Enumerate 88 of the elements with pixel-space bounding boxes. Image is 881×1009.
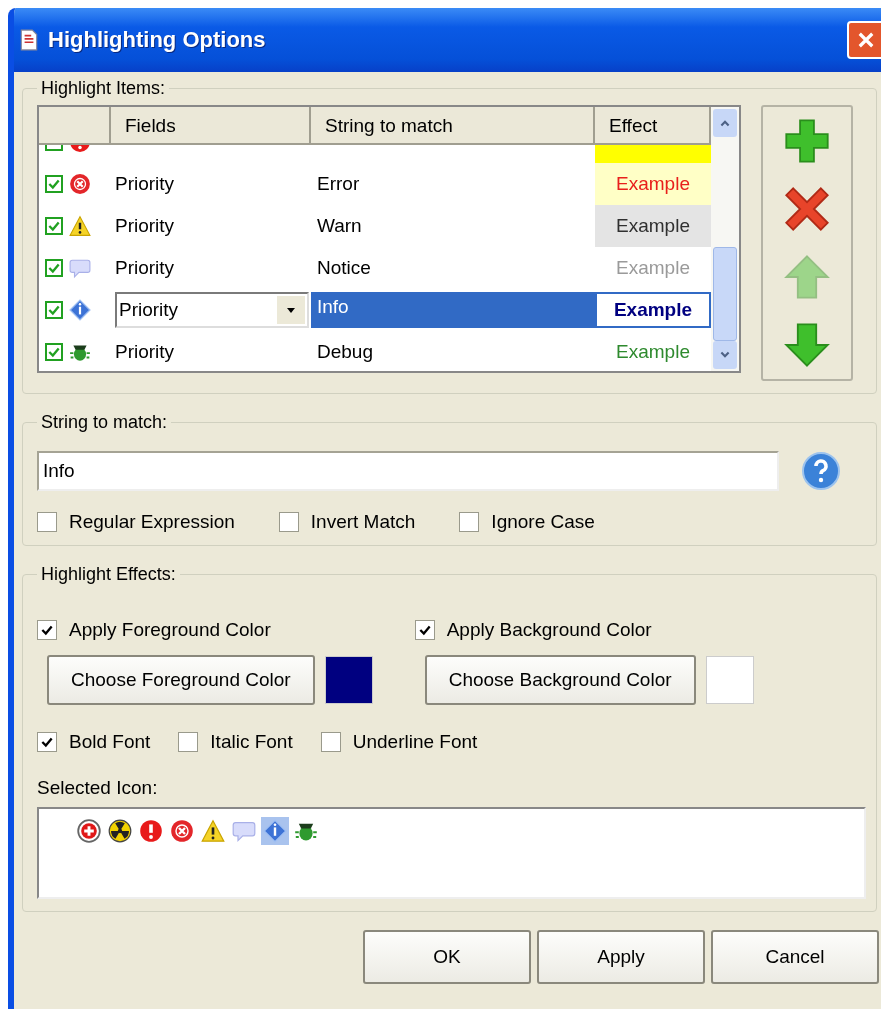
- info-icon: [263, 819, 287, 843]
- column-header[interactable]: Fields: [111, 107, 311, 145]
- checkbox-label: Bold Font: [69, 731, 151, 753]
- add-button[interactable]: [784, 118, 830, 164]
- table-cell: Notice: [317, 257, 371, 279]
- radiation-icon: [108, 819, 132, 843]
- down-arrow-icon: [784, 322, 830, 368]
- plus-icon: [784, 118, 830, 164]
- row-checkbox[interactable]: [45, 343, 63, 361]
- checkbox[interactable]: [37, 732, 57, 752]
- table-cell: Priority: [115, 341, 175, 363]
- icon-option[interactable]: [199, 817, 227, 845]
- checkbox-label: Apply Foreground Color: [69, 619, 271, 641]
- exclamation-icon: [139, 819, 163, 843]
- checkbox[interactable]: [37, 620, 57, 640]
- table-row[interactable]: Priority Info Example: [39, 289, 711, 331]
- table-row[interactable]: Priority Debug Example: [39, 331, 711, 371]
- checkbox[interactable]: [37, 512, 57, 532]
- info-icon: [69, 299, 91, 321]
- checkbox-label: Ignore Case: [491, 511, 595, 533]
- table-cell: Error: [317, 173, 360, 195]
- x-icon: [784, 186, 830, 232]
- icon-option[interactable]: [106, 817, 134, 845]
- checkbox-label: Invert Match: [310, 511, 416, 533]
- dialog-button[interactable]: Cancel: [711, 930, 879, 984]
- checkbox[interactable]: [414, 620, 435, 640]
- checkmark-icon: [47, 261, 61, 275]
- checkmark-icon: [47, 303, 61, 317]
- row-checkbox[interactable]: [45, 175, 63, 193]
- up-arrow-icon: [784, 254, 830, 300]
- group-label: Highlight Items:: [40, 78, 167, 99]
- document-icon: [20, 29, 38, 51]
- effect-preview: Example: [613, 299, 693, 321]
- checkbox-label: Regular Expression: [69, 511, 235, 533]
- window-title: Highlighting Options: [48, 27, 267, 53]
- table-cell: Priority: [115, 173, 175, 195]
- checkmark-icon: [40, 735, 54, 749]
- effect-preview: Example: [616, 257, 690, 279]
- table-row[interactable]: Priority Error Example: [39, 163, 711, 205]
- plus-circle-icon: [77, 819, 101, 843]
- checkbox[interactable]: [320, 732, 341, 752]
- checkbox[interactable]: [459, 512, 480, 532]
- dropdown-arrow-icon: [286, 305, 296, 315]
- group-label: Highlight Effects:: [40, 564, 177, 585]
- x-circle-icon: [69, 173, 91, 195]
- checkmark-icon: [47, 219, 61, 233]
- match-input[interactable]: Info: [37, 451, 779, 491]
- checkbox[interactable]: [278, 512, 299, 532]
- speech-bubble-icon: [232, 819, 256, 843]
- table-cell: Warn: [317, 215, 362, 237]
- table-row[interactable]: Priority Warn Example: [39, 205, 711, 247]
- row-checkbox[interactable]: [45, 301, 63, 319]
- effect-preview: Example: [616, 215, 690, 237]
- dialog-button[interactable]: OK: [363, 930, 531, 984]
- checkmark-icon: [417, 623, 432, 637]
- row-checkbox[interactable]: [45, 217, 63, 235]
- speech-bubble-icon: [69, 257, 91, 279]
- checkbox-label: Apply Background Color: [446, 619, 652, 641]
- table-cell: Info: [317, 296, 349, 318]
- close-icon: [856, 30, 876, 50]
- effect-preview: Example: [616, 341, 690, 363]
- effect-preview: Example: [616, 173, 690, 195]
- scrollbar[interactable]: [711, 105, 741, 373]
- help-icon[interactable]: [801, 451, 841, 491]
- checkmark-icon: [47, 345, 61, 359]
- warning-icon: [201, 819, 225, 843]
- warning-icon: [69, 215, 91, 237]
- close-button[interactable]: [847, 21, 881, 59]
- checkbox-label: Underline Font: [352, 731, 478, 753]
- row-checkbox[interactable]: [45, 259, 63, 277]
- choose-color-button[interactable]: Choose Foreground Color: [47, 655, 315, 705]
- checkmark-icon: [40, 623, 54, 637]
- checkbox-label: Italic Font: [210, 731, 293, 753]
- column-header[interactable]: String to match: [311, 107, 595, 145]
- table-cell: Priority: [115, 257, 175, 279]
- x-circle-icon: [170, 819, 194, 843]
- table-row[interactable]: Priority Notice Example: [39, 247, 711, 289]
- checkmark-icon: [47, 177, 61, 191]
- field-dropdown[interactable]: Priority: [115, 292, 309, 328]
- move-down-button[interactable]: [784, 322, 830, 368]
- field-label: Selected Icon:: [37, 777, 159, 799]
- choose-color-button[interactable]: Choose Background Color: [424, 655, 696, 705]
- checkbox[interactable]: [178, 732, 199, 752]
- delete-button[interactable]: [784, 186, 830, 232]
- table-cell: Priority: [115, 215, 175, 237]
- dialog-button[interactable]: Apply: [537, 930, 705, 984]
- table-cell: Debug: [317, 341, 373, 363]
- group-label: String to match:: [40, 412, 169, 433]
